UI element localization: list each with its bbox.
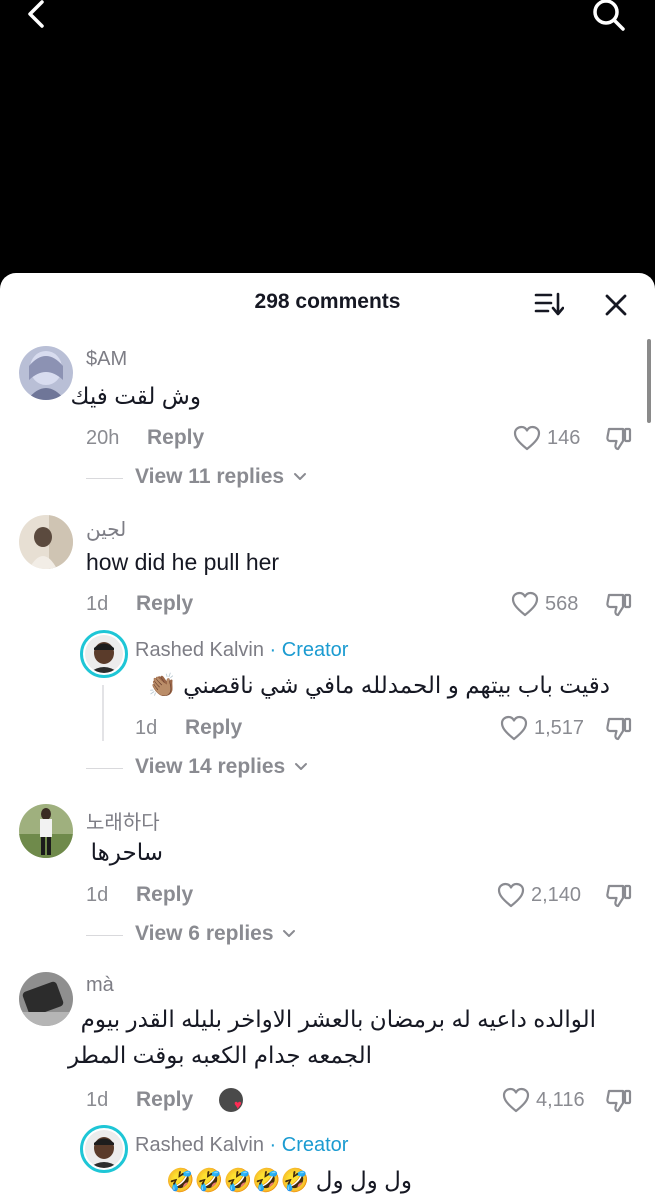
scrollbar[interactable] — [647, 339, 651, 423]
creator-username[interactable]: Rashed Kalvin · Creator — [135, 1134, 348, 1157]
chevron-down-icon — [295, 763, 308, 771]
chevron-down-icon — [293, 473, 306, 481]
creator-name: Rashed Kalvin — [135, 639, 264, 661]
heart-outline-icon[interactable] — [502, 1087, 530, 1113]
creator-badge: · Creator — [269, 639, 349, 661]
like-count: 568 — [545, 593, 579, 615]
like-count: 1,517 — [534, 717, 585, 739]
creator-avatar[interactable] — [85, 1130, 123, 1168]
chevron-down-icon — [283, 930, 296, 938]
like-count: 2,140 — [531, 884, 582, 906]
comment-text: وش لقت فيك — [70, 383, 201, 409]
thumbs-down-icon[interactable] — [605, 591, 633, 617]
heart-outline-icon[interactable] — [500, 715, 528, 741]
divider — [86, 478, 123, 479]
thumbs-down-icon[interactable] — [605, 715, 633, 741]
creator-reply-text: دقيت باب بيتهم و الحمدلله مافي شي ناقصني… — [148, 672, 610, 698]
reply-button[interactable]: Reply — [136, 883, 193, 907]
comment-time: 1d — [86, 593, 109, 615]
view-replies-button[interactable]: View 6 replies — [135, 922, 296, 946]
sort-icon — [534, 292, 565, 316]
comment-time: 1d — [86, 884, 109, 906]
like-count: 146 — [547, 427, 581, 449]
avatar[interactable] — [19, 972, 73, 1026]
comment-text: ساحرها — [90, 839, 163, 865]
comments-sheet: 298 comments $AM وش لقت فيك 20h Reply 14… — [0, 273, 655, 1200]
view-replies-label: View 6 replies — [135, 922, 274, 945]
username[interactable]: 노래하다 — [86, 806, 160, 835]
back-button[interactable] — [18, 0, 58, 32]
reply-button[interactable]: Reply — [147, 426, 204, 450]
avatar[interactable] — [19, 515, 73, 569]
view-replies-button[interactable]: View 11 replies — [135, 465, 307, 489]
comment-text: how did he pull her — [86, 549, 280, 575]
avatar[interactable] — [19, 804, 73, 858]
chevron-left-icon — [28, 0, 44, 28]
video-area — [0, 0, 655, 275]
reply-button[interactable]: Reply — [185, 716, 242, 740]
thread-line — [102, 685, 104, 741]
sort-button[interactable] — [534, 291, 565, 317]
reply-time: 1d — [135, 717, 158, 739]
reply-button[interactable]: Reply — [136, 592, 193, 616]
view-replies-label: View 11 replies — [135, 465, 285, 488]
close-icon — [605, 294, 627, 316]
heart-outline-icon[interactable] — [497, 882, 525, 908]
comment-text-line-1: الوالده داعيه له برمضان بالعشر الاواخر ب… — [80, 1006, 596, 1032]
heart-outline-icon[interactable] — [513, 425, 541, 451]
divider — [86, 768, 123, 769]
view-replies-label: View 14 replies — [135, 755, 286, 778]
search-button[interactable] — [588, 0, 628, 34]
creator-avatar[interactable] — [85, 635, 123, 673]
username[interactable]: mà — [86, 974, 114, 997]
creator-name: Rashed Kalvin — [135, 1134, 264, 1156]
comment-time: 1d — [86, 1089, 109, 1111]
heart-outline-icon[interactable] — [511, 591, 539, 617]
avatar[interactable] — [19, 346, 73, 400]
thumbs-down-icon[interactable] — [605, 882, 633, 908]
close-button[interactable] — [602, 291, 630, 319]
view-replies-button[interactable]: View 14 replies — [135, 755, 308, 779]
heart-badge-icon: ♥ — [234, 1097, 242, 1112]
search-icon — [593, 0, 625, 31]
creator-reply-text: ول ول ول 🤣🤣🤣🤣🤣 — [166, 1167, 412, 1193]
reply-button[interactable]: Reply — [136, 1088, 193, 1112]
comment-text-line-2: الجمعه جدام الكعبه بوقت المطر — [67, 1042, 372, 1068]
username[interactable]: $AM — [86, 348, 127, 371]
username[interactable]: لجين — [86, 517, 126, 542]
creator-badge: · Creator — [269, 1134, 349, 1156]
thumbs-down-icon[interactable] — [605, 425, 633, 451]
thumbs-down-icon[interactable] — [605, 1087, 633, 1113]
like-count: 4,116 — [536, 1089, 585, 1111]
creator-username[interactable]: Rashed Kalvin · Creator — [135, 639, 348, 662]
divider — [86, 935, 123, 936]
comment-time: 20h — [86, 427, 120, 449]
